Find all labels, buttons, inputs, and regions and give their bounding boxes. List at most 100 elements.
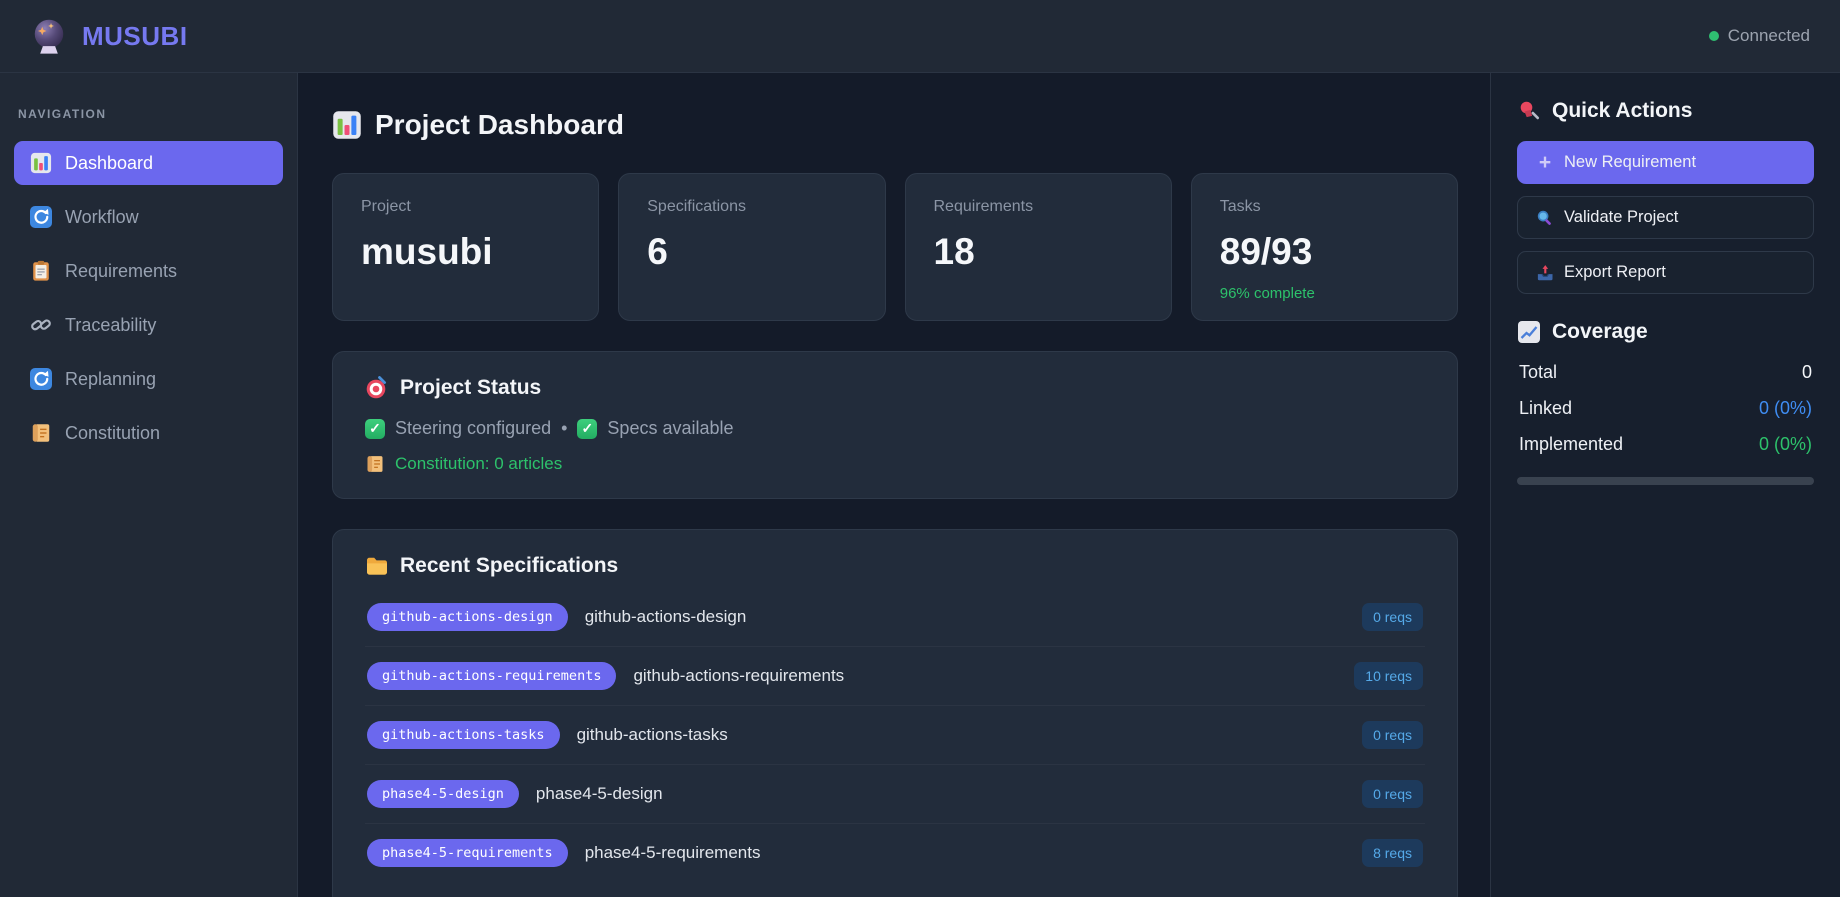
spec-id-badge: github-actions-tasks: [367, 721, 560, 749]
sidebar-item-label: Replanning: [65, 368, 157, 389]
plus-icon: +: [1538, 150, 1552, 174]
page-title: Project Dashboard: [332, 109, 1458, 141]
coverage-title: Coverage: [1517, 320, 1814, 344]
sidebar-item-label: Requirements: [65, 260, 178, 281]
stat-card-project: Project musubi: [332, 173, 600, 321]
sidebar-item-traceability[interactable]: Traceability: [14, 303, 283, 347]
status-separator: •: [561, 418, 568, 438]
button-label: Validate Project: [1564, 208, 1679, 226]
check-icon: ✓: [365, 418, 385, 439]
stat-card-tasks: Tasks 89/93 96% complete: [1190, 173, 1458, 321]
coverage-value: 0 (0%): [1758, 398, 1812, 418]
right-panel: Quick Actions + New Requirement Validate…: [1490, 73, 1840, 897]
recent-specifications-title: Recent Specifications: [365, 554, 1425, 578]
export-report-button[interactable]: Export Report: [1517, 251, 1814, 294]
coverage-title-label: Coverage: [1552, 320, 1648, 343]
sidebar-item-label: Constitution: [65, 422, 161, 443]
stat-cards: Project musubi Specifications 6 Requirem…: [332, 173, 1458, 321]
coverage-label: Implemented: [1519, 434, 1624, 454]
steering-status-label: Steering configured: [395, 418, 552, 438]
coverage-value: 0: [1801, 362, 1812, 382]
navigation-sidebar: NAVIGATION Dashboard Workflow Requiremen…: [0, 73, 298, 897]
sidebar-item-constitution[interactable]: Constitution: [14, 411, 283, 455]
spec-name: github-actions-tasks: [576, 725, 728, 744]
stat-value: 6: [647, 231, 668, 272]
spec-id-badge: phase4-5-requirements: [367, 839, 568, 867]
quick-actions-title-label: Quick Actions: [1552, 99, 1693, 122]
outbox-icon: [1537, 264, 1554, 281]
button-label: Export Report: [1564, 263, 1666, 281]
sidebar-item-requirements[interactable]: Requirements: [14, 249, 283, 293]
connection-status-label: Connected: [1727, 26, 1810, 45]
sidebar-item-label: Workflow: [65, 206, 139, 227]
spec-reqs-badge: 0 reqs: [1362, 721, 1423, 749]
sidebar-item-dashboard[interactable]: Dashboard: [14, 141, 283, 185]
app-logo: MUSUBI: [30, 17, 188, 55]
list-item[interactable]: github-actions-requirements github-actio…: [365, 647, 1425, 706]
project-status-title: Project Status: [365, 376, 1425, 400]
specs-status-label: Specs available: [607, 418, 734, 438]
connection-status-badge: Connected: [1708, 26, 1810, 46]
coverage-row-linked: Linked 0 (0%): [1519, 398, 1812, 419]
stat-value: 89/93: [1219, 231, 1313, 272]
list-item[interactable]: phase4-5-design phase4-5-design 0 reqs: [365, 765, 1425, 824]
spec-reqs-badge: 0 reqs: [1362, 780, 1423, 808]
new-requirement-button[interactable]: + New Requirement: [1517, 141, 1814, 184]
constitution-status-label: Constitution: 0 articles: [395, 454, 563, 473]
scroll-icon: [32, 423, 50, 443]
coverage-value: 0 (0%): [1758, 434, 1812, 454]
recent-specifications-card: Recent Specifications github-actions-des…: [332, 529, 1458, 897]
list-item[interactable]: github-actions-tasks github-actions-task…: [365, 706, 1425, 765]
stat-value: 18: [933, 231, 975, 272]
refresh-icon: [30, 368, 52, 390]
crystal-ball-icon: [34, 19, 64, 54]
spec-name: phase4-5-design: [535, 784, 663, 803]
spec-reqs-badge: 0 reqs: [1362, 603, 1423, 631]
spec-reqs-badge: 10 reqs: [1354, 662, 1423, 690]
stat-sublabel: 96% complete: [1219, 285, 1315, 302]
app-name: MUSUBI: [82, 20, 188, 51]
spec-id-badge: phase4-5-design: [367, 780, 519, 808]
bar-chart-icon: [30, 152, 52, 174]
spec-name: github-actions-requirements: [633, 666, 845, 685]
coverage-row-total: Total 0: [1519, 362, 1812, 383]
link-icon: [30, 318, 52, 332]
page-title-label: Project Dashboard: [375, 109, 624, 140]
check-icon: ✓: [577, 418, 598, 439]
chart-up-icon: [1517, 320, 1541, 344]
target-icon: [366, 376, 387, 399]
validate-project-button[interactable]: Validate Project: [1517, 196, 1814, 239]
coverage-row-implemented: Implemented 0 (0%): [1519, 434, 1812, 455]
stat-label: Specifications: [647, 198, 746, 215]
stat-label: Tasks: [1219, 198, 1261, 215]
navigation-section-label: NAVIGATION: [18, 107, 107, 121]
refresh-icon: [30, 206, 52, 228]
project-status-line: ✓ Steering configured • ✓ Specs availabl…: [365, 418, 1425, 439]
sidebar-item-label: Traceability: [65, 314, 157, 335]
stat-value: musubi: [361, 231, 493, 272]
connected-dot-icon: [1708, 31, 1719, 41]
sidebar-item-replanning[interactable]: Replanning: [14, 357, 283, 401]
sidebar-item-workflow[interactable]: Workflow: [14, 195, 283, 239]
main-content: Project Dashboard Project musubi Specifi…: [298, 73, 1490, 897]
scroll-icon: [366, 455, 384, 473]
stat-card-requirements: Requirements 18: [904, 173, 1172, 321]
coverage-label: Total: [1519, 362, 1558, 382]
spec-reqs-badge: 8 reqs: [1362, 839, 1423, 867]
bar-chart-icon: [333, 111, 361, 139]
stat-label: Requirements: [933, 198, 1034, 215]
button-label: New Requirement: [1564, 153, 1697, 171]
coverage-section: Coverage Total 0 Linked 0 (0%) Implement…: [1517, 320, 1814, 485]
quick-actions-title: Quick Actions: [1517, 99, 1814, 123]
list-item[interactable]: phase4-5-requirements phase4-5-requireme…: [365, 824, 1425, 882]
recent-specifications-title-label: Recent Specifications: [400, 554, 619, 577]
stat-card-specifications: Specifications 6: [618, 173, 886, 321]
list-item[interactable]: github-actions-design github-actions-des…: [365, 588, 1425, 647]
spec-name: github-actions-design: [584, 607, 747, 626]
spec-id-badge: github-actions-requirements: [367, 662, 617, 690]
clipboard-icon: [32, 260, 50, 282]
project-status-card: Project Status ✓ Steering configured • ✓…: [332, 351, 1458, 499]
coverage-label: Linked: [1519, 398, 1573, 418]
stat-label: Project: [361, 198, 411, 215]
folder-icon: [367, 557, 387, 575]
